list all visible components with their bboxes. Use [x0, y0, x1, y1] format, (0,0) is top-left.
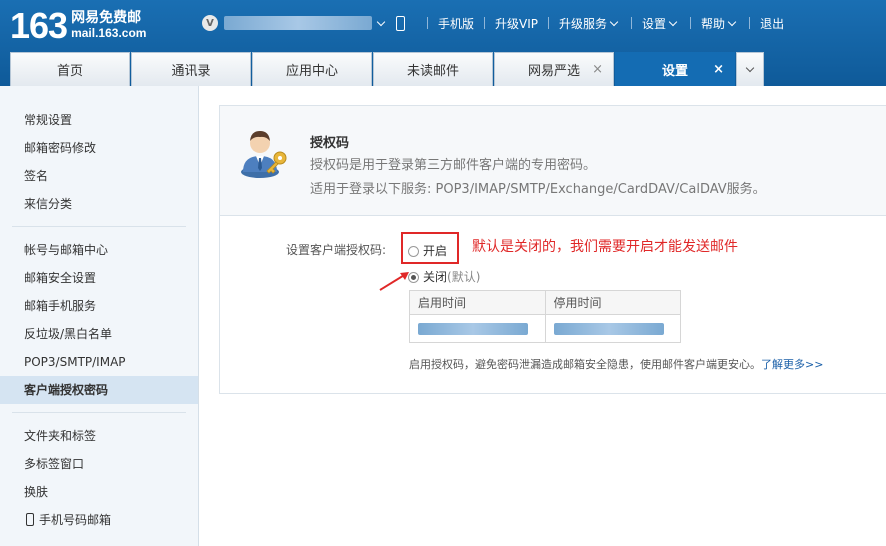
logo-domain: mail.163.com	[71, 26, 147, 40]
user-key-icon	[241, 131, 287, 178]
tabs-more-button[interactable]	[736, 52, 764, 86]
settings-menu-link[interactable]: 设置	[642, 15, 666, 32]
sidebar-item-multitab[interactable]: 多标签窗口	[0, 450, 198, 478]
sidebar-item-password[interactable]: 邮箱密码修改	[0, 134, 198, 162]
column-header-enabled-time: 启用时间	[409, 290, 546, 315]
table-header-row: 启用时间 停用时间	[409, 290, 681, 315]
auth-setting-label: 设置客户端授权码:	[286, 243, 387, 257]
sidebar-item-skin[interactable]: 换肤	[0, 478, 198, 506]
sidebar-item-mobile-service[interactable]: 邮箱手机服务	[0, 292, 198, 320]
close-icon[interactable]: ×	[713, 62, 724, 77]
divider	[12, 226, 186, 227]
upgrade-service-link[interactable]: 升级服务	[559, 15, 607, 32]
divider	[427, 17, 428, 29]
learn-more-link[interactable]: 了解更多>>	[761, 358, 823, 371]
divider	[749, 17, 751, 29]
radio-enable[interactable]: 开启	[408, 242, 447, 259]
logo-cn-name: 网易免费邮	[71, 10, 142, 26]
chevron-down-icon[interactable]	[727, 17, 737, 26]
auth-description: 授权码是用于登录第三方邮件客户端的专用密码。	[310, 158, 597, 173]
sidebar-item-client-auth[interactable]: 客户端授权密码	[0, 376, 198, 404]
tab-unread-mail[interactable]: 未读邮件	[373, 52, 493, 86]
sidebar-item-security[interactable]: 邮箱安全设置	[0, 264, 198, 292]
sidebar-item-folders[interactable]: 文件夹和标签	[0, 422, 198, 450]
divider	[484, 17, 486, 29]
divider	[631, 17, 633, 29]
divider	[690, 17, 692, 29]
mobile-version-link[interactable]: 手机版	[438, 15, 474, 32]
divider	[12, 412, 186, 413]
account-name-redacted[interactable]	[224, 16, 372, 30]
redacted-value	[418, 322, 528, 335]
divider	[548, 17, 550, 29]
tab-settings[interactable]: 设置 ×	[615, 52, 735, 86]
auth-history-table: 启用时间 停用时间	[409, 290, 681, 343]
sidebar-item-signature[interactable]: 签名	[0, 162, 198, 190]
radio-icon[interactable]	[408, 246, 419, 257]
tab-contacts[interactable]: 通讯录	[131, 52, 251, 86]
chevron-down-icon	[745, 63, 755, 73]
column-header-disabled-time: 停用时间	[544, 290, 681, 315]
auth-code-panel: 授权码 授权码是用于登录第三方邮件客户端的专用密码。 适用于登录以下服务: PO…	[219, 105, 886, 394]
tab-app-center[interactable]: 应用中心	[252, 52, 372, 86]
redacted-value	[553, 322, 664, 335]
page-title: 授权码	[310, 136, 350, 151]
tab-home[interactable]: 首页	[10, 52, 130, 86]
sidebar-item-filters[interactable]: 来信分类	[0, 190, 198, 218]
chevron-down-icon[interactable]	[376, 17, 386, 26]
close-icon[interactable]: ×	[592, 62, 603, 77]
logout-link[interactable]: 退出	[760, 15, 784, 32]
top-nav: V 手机版 升级VIP 升级服务 设置 帮助 退出	[202, 12, 784, 34]
sidebar-item-account-center[interactable]: 帐号与邮箱中心	[0, 236, 198, 264]
chevron-down-icon[interactable]	[609, 17, 619, 26]
logo-number: 163	[10, 5, 68, 46]
sidebar-item-phone-mailbox[interactable]: 手机号码邮箱	[0, 506, 198, 534]
settings-sidebar: 常规设置 邮箱密码修改 签名 来信分类 帐号与邮箱中心 邮箱安全设置 邮箱手机服…	[0, 86, 199, 546]
security-note: 启用授权码，避免密码泄漏造成邮箱安全隐患，使用邮件客户端更安心。了解更多>>	[409, 358, 824, 371]
mobile-phone-icon	[26, 513, 34, 526]
table-row	[409, 314, 681, 343]
brand-logo[interactable]: 163 网易免费邮 mail.163.com	[10, 8, 146, 44]
upgrade-vip-link[interactable]: 升级VIP	[495, 15, 538, 32]
sidebar-item-antispam[interactable]: 反垃圾/黑白名单	[0, 320, 198, 348]
chevron-down-icon[interactable]	[668, 17, 678, 26]
annotation-text: 默认是关闭的，我们需要开启才能发送邮件	[472, 239, 738, 255]
tab-yanxuan[interactable]: 网易严选 ×	[494, 52, 614, 86]
mobile-phone-icon[interactable]	[396, 15, 405, 31]
vip-badge-icon: V	[202, 15, 218, 31]
help-menu-link[interactable]: 帮助	[701, 15, 725, 32]
header-bar: 163 网易免费邮 mail.163.com V 手机版 升级VIP 升级服务 …	[0, 0, 886, 86]
radio-disable[interactable]: 关闭(默认)	[408, 268, 480, 285]
sidebar-item-general[interactable]: 常规设置	[0, 106, 198, 134]
panel-header: 授权码 授权码是用于登录第三方邮件客户端的专用密码。 适用于登录以下服务: PO…	[220, 106, 886, 216]
auth-services-description: 适用于登录以下服务: POP3/IMAP/SMTP/Exchange/CardD…	[310, 182, 766, 197]
sidebar-item-pop3[interactable]: POP3/SMTP/IMAP	[0, 348, 198, 376]
main-tabs: 首页 通讯录 应用中心 未读邮件 网易严选 × 设置 ×	[10, 52, 764, 86]
